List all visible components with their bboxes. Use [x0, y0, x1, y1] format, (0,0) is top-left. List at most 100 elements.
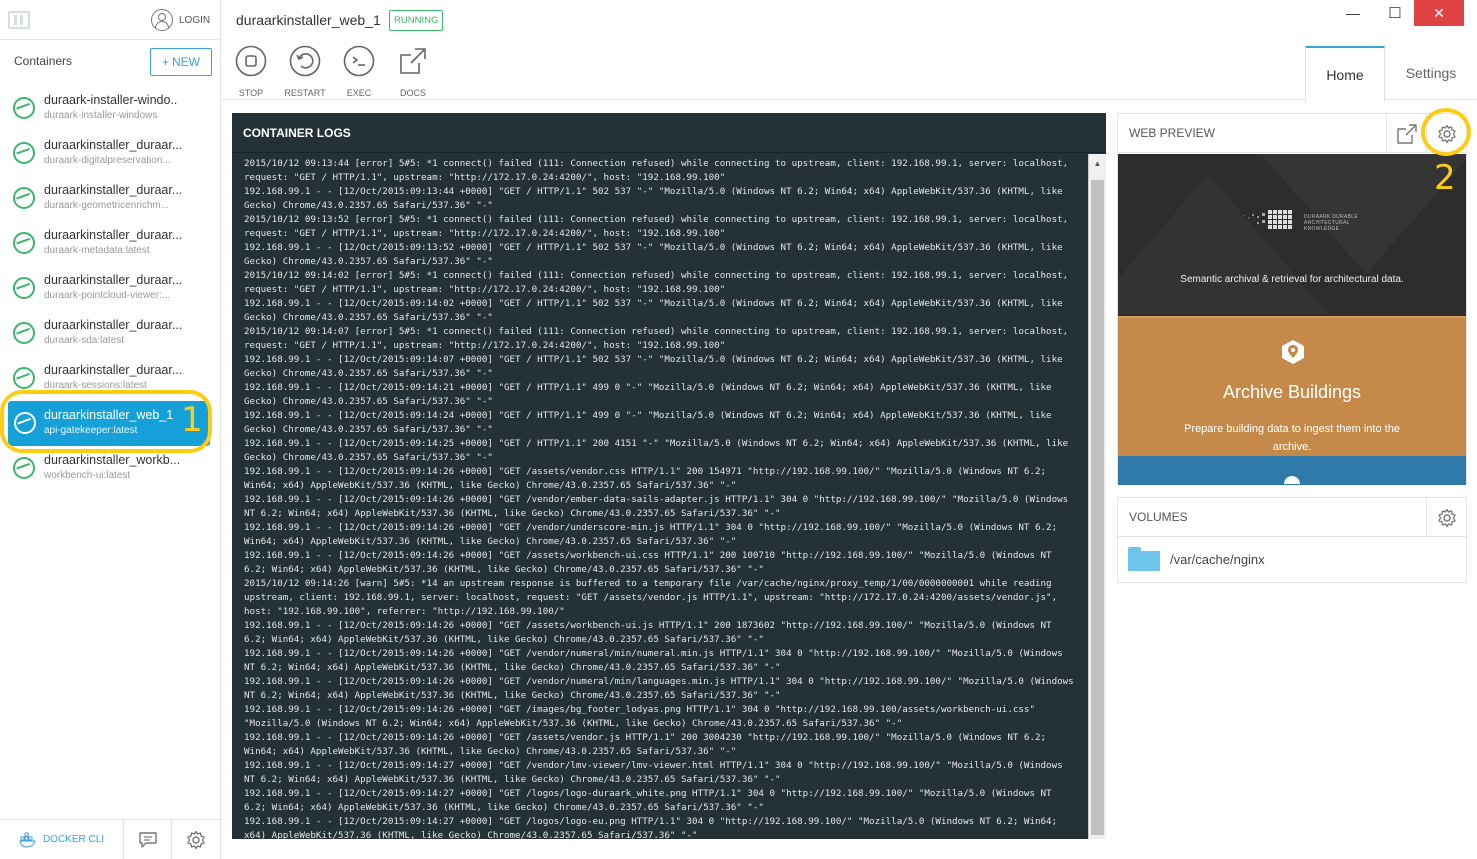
container-logs-panel: CONTAINER LOGS 2015/10/12 09:13:44 [erro…	[232, 113, 1106, 839]
close-button[interactable]: ✕	[1414, 0, 1464, 26]
restart-icon	[289, 45, 321, 77]
volumes-title: VOLUMES	[1129, 510, 1188, 524]
user-icon	[151, 9, 173, 31]
feedback-button[interactable]	[124, 820, 172, 859]
annotation-number-1: 1	[181, 400, 203, 440]
running-status-icon	[13, 367, 35, 389]
running-status-icon	[14, 412, 36, 434]
preferences-button[interactable]	[172, 820, 220, 859]
gear-icon	[1437, 508, 1456, 527]
terminal-icon	[343, 45, 375, 77]
container-item-selected[interactable]: duraarkinstaller_web_1 api-gatekeeper:la…	[8, 401, 210, 446]
log-line: NT 6.2; Win64; x64) AppleWebKit/537.36 (…	[244, 774, 781, 785]
chat-bubble-icon	[138, 831, 157, 848]
container-item[interactable]: duraarkinstaller_duraar... duraark-sessi…	[0, 356, 220, 401]
log-line: 192.168.99.1 - - [12/Oct/2015:09:14:26 +…	[244, 732, 1047, 743]
containers-header: Containers + NEW	[0, 40, 220, 86]
login-button[interactable]: LOGIN	[151, 8, 210, 32]
docker-whale-icon	[19, 832, 36, 848]
plus-icon: +	[161, 55, 169, 69]
log-line: request: "GET / HTTP/1.1", upstream: "ht…	[244, 172, 726, 183]
restart-button[interactable]: RESTART	[281, 45, 329, 98]
folder-icon	[1128, 547, 1160, 571]
minimize-button[interactable]: —	[1335, 0, 1371, 26]
container-item[interactable]: duraarkinstaller_duraar... duraark-sda:l…	[0, 311, 220, 356]
docs-button[interactable]: DOCS	[389, 45, 437, 98]
container-image: duraark-installer-windows	[44, 110, 158, 121]
container-image: duraark-geometricenrichm...	[44, 200, 170, 211]
scroll-up-icon[interactable]: ▲	[1089, 154, 1106, 172]
log-line: Gecko) Chrome/43.0.2357.65 Safari/537.36…	[244, 312, 493, 323]
docker-cli-label: DOCKER CLI	[42, 834, 105, 845]
log-line: 2015/10/12 09:13:44 [error] 5#5: *1 conn…	[244, 158, 1069, 169]
container-item[interactable]: duraarkinstaller_duraar... duraark-geome…	[0, 176, 220, 221]
log-line: Gecko) Chrome/43.0.2357.65 Safari/537.36…	[244, 200, 493, 211]
volume-item[interactable]: /var/cache/nginx	[1128, 547, 1265, 571]
kitematic-window: LOGIN Containers + NEW duraark-installer…	[0, 0, 1477, 859]
log-line: Gecko) Chrome/43.0.2357.65 Safari/537.36…	[244, 256, 493, 267]
log-line: 192.168.99.1 - - [12/Oct/2015:09:13:44 +…	[244, 186, 1063, 197]
log-line: 192.168.99.1 - - [12/Oct/2015:09:14:26 +…	[244, 704, 1035, 715]
log-line: NT 6.2; Win64; x64) AppleWebKit/537.36 (…	[244, 662, 781, 673]
login-label: LOGIN	[179, 14, 211, 26]
web-preview-settings-button[interactable]	[1426, 114, 1466, 153]
log-line: 192.168.99.1 - - [12/Oct/2015:09:14:26 +…	[244, 466, 1047, 477]
running-status-icon	[13, 322, 35, 344]
log-line: 2015/10/12 09:14:02 [error] 5#5: *1 conn…	[244, 270, 1069, 281]
restart-label: RESTART	[284, 88, 326, 98]
log-line: 192.168.99.1 - - [12/Oct/2015:09:14:26 +…	[244, 494, 1069, 505]
container-image: api-gatekeeper:latest	[44, 425, 138, 436]
sidebar-top-bar: LOGIN	[0, 0, 220, 40]
log-line: 192.168.99.1 - - [12/Oct/2015:09:13:52 +…	[244, 242, 1063, 253]
container-image: duraark-digitalpreservation...	[44, 155, 171, 166]
log-line: upstream, client: 192.168.99.1, server: …	[244, 592, 1058, 603]
preview-description: Prepare building data to ingest them int…	[1184, 423, 1400, 453]
log-line: 192.168.99.1 - - [12/Oct/2015:09:14:26 +…	[244, 676, 1074, 687]
scrollbar-thumb[interactable]	[1091, 180, 1104, 835]
running-status-icon	[13, 97, 35, 119]
container-name: duraarkinstaller_duraar...	[44, 183, 183, 197]
external-link-icon	[1396, 123, 1417, 144]
exec-button[interactable]: EXEC	[335, 45, 383, 98]
docker-cli-button[interactable]: DOCKER CLI	[0, 820, 124, 859]
log-line: 192.168.99.1 - - [12/Oct/2015:09:14:27 +…	[244, 788, 1052, 799]
volumes-settings-button[interactable]	[1426, 498, 1466, 537]
container-item[interactable]: duraarkinstaller_workb... workbench-ui:l…	[0, 446, 220, 491]
tab-settings[interactable]: Settings	[1385, 46, 1477, 100]
new-label: NEW	[172, 55, 200, 69]
docs-label: DOCS	[399, 88, 426, 98]
container-name: duraarkinstaller_workb...	[44, 453, 181, 467]
log-line: 6.2; Win64; x64) AppleWebKit/537.36 (KHT…	[244, 634, 764, 645]
log-scrollbar[interactable]: ▲	[1088, 154, 1106, 839]
running-status-icon	[13, 187, 35, 209]
maximize-button[interactable]: ☐	[1377, 0, 1413, 26]
open-in-browser-button[interactable]	[1386, 114, 1426, 153]
container-item[interactable]: duraark-installer-windo.. duraark-instal…	[0, 86, 220, 131]
exec-label: EXEC	[346, 88, 372, 98]
web-preview-frame[interactable]: DURAARK DURABLE ARCHITECTURAL KNOWLEDGE …	[1118, 154, 1466, 485]
log-line: 192.168.99.1 - - [12/Oct/2015:09:14:25 +…	[244, 438, 1069, 449]
container-logs-title: CONTAINER LOGS	[232, 113, 1106, 153]
container-name: duraark-installer-windo..	[44, 93, 178, 107]
log-line: 2015/10/12 09:14:07 [error] 5#5: *1 conn…	[244, 326, 1069, 337]
log-line: "Mozilla/5.0 (Windows NT 6.2; Win64; x64…	[244, 718, 903, 729]
container-name: duraarkinstaller_duraar...	[44, 228, 183, 242]
volumes-header: VOLUMES	[1118, 498, 1466, 537]
stop-button[interactable]: STOP	[227, 45, 275, 98]
stop-icon	[235, 45, 267, 77]
container-item[interactable]: duraarkinstaller_duraar... duraark-metad…	[0, 221, 220, 266]
container-item[interactable]: duraarkinstaller_duraar... duraark-digit…	[0, 131, 220, 176]
log-line: NT 6.2; Win64; x64) AppleWebKit/537.36 (…	[244, 508, 781, 519]
container-image: workbench-ui:latest	[44, 470, 131, 481]
log-line: request: "GET / HTTP/1.1", upstream: "ht…	[244, 228, 726, 239]
log-output[interactable]: 2015/10/12 09:13:44 [error] 5#5: *1 conn…	[232, 154, 1088, 839]
log-line: 192.168.99.1 - - [12/Oct/2015:09:14:26 +…	[244, 620, 1052, 631]
log-line: 192.168.99.1 - - [12/Oct/2015:09:14:26 +…	[244, 522, 1058, 533]
container-item[interactable]: duraarkinstaller_duraar... duraark-point…	[0, 266, 220, 311]
new-container-button[interactable]: + NEW	[150, 48, 212, 76]
log-line: 192.168.99.1 - - [12/Oct/2015:09:14:24 +…	[244, 410, 1052, 421]
log-line: 192.168.99.1 - - [12/Oct/2015:09:14:27 +…	[244, 816, 1058, 827]
tab-home[interactable]: Home	[1305, 46, 1385, 102]
log-line: request: "GET / HTTP/1.1", upstream: "ht…	[244, 284, 726, 295]
container-header: duraarkinstaller_web_1 RUNNING STOP REST…	[221, 0, 1477, 102]
